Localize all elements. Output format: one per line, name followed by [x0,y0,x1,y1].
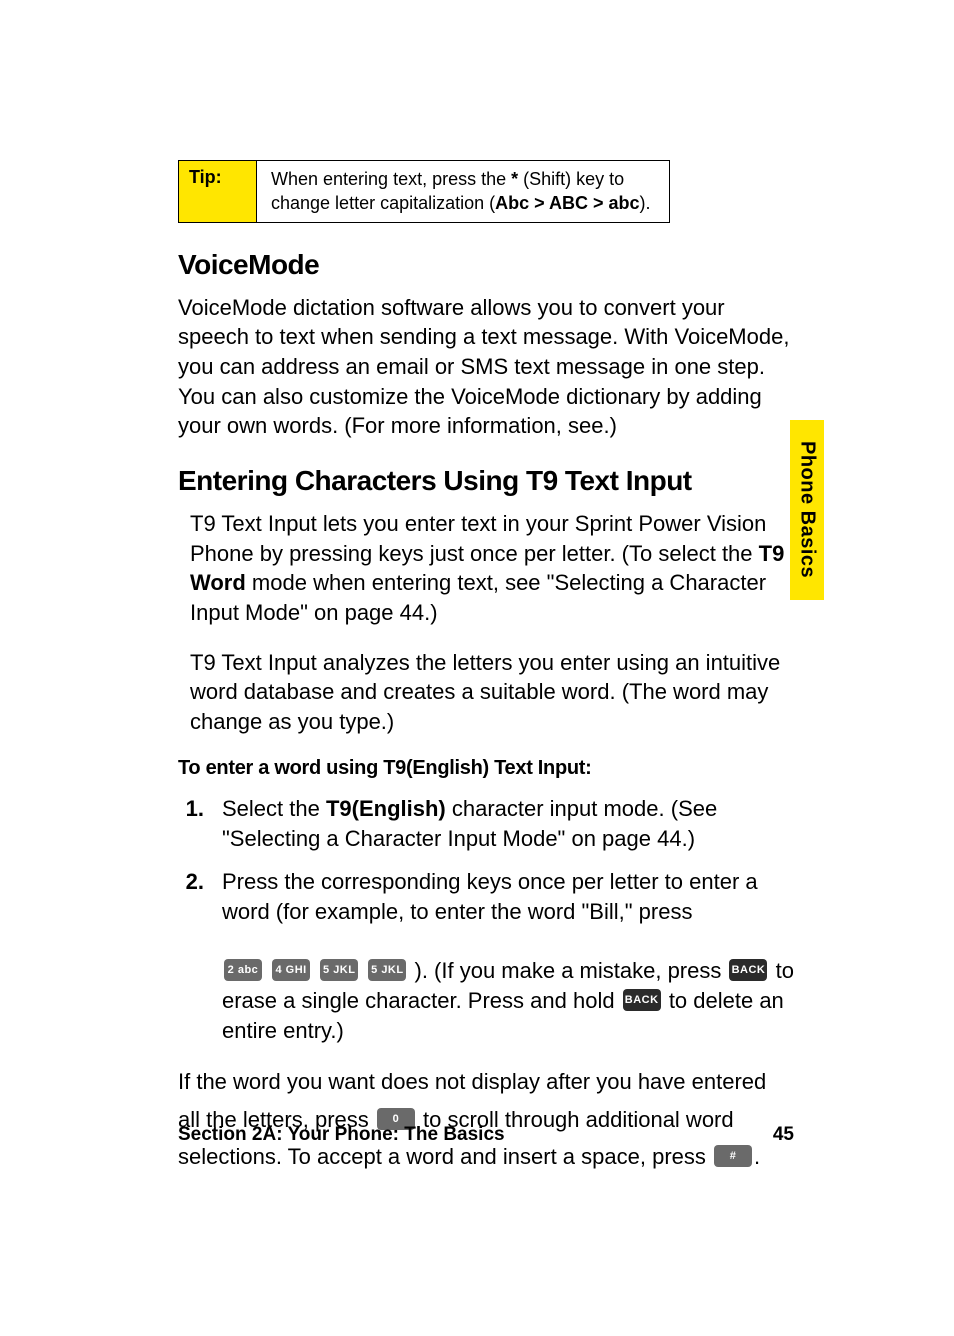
key-2-icon: 2 abc [224,959,262,981]
key-5-icon: 5 JKL [320,959,358,981]
t9-paragraph-2: T9 Text Input analyzes the letters you e… [190,648,794,737]
t9-subheading: To enter a word using T9(English) Text I… [178,757,794,780]
voicemode-heading: VoiceMode [178,249,794,281]
footer-section: Section 2A: Your Phone: The Basics [178,1124,505,1146]
step-1-body: Select the T9(English) character input m… [222,794,794,853]
key-5-icon-2: 5 JKL [368,959,406,981]
step-1-number: 1. [178,794,222,853]
step2-a: Press the corresponding keys once per le… [222,869,758,924]
step-1: 1. Select the T9(English) character inpu… [178,794,794,853]
lower-paragraph: If the word you want does not display af… [178,1063,794,1175]
side-tab: Phone Basics [790,420,824,600]
t9-p1-a: T9 Text Input lets you enter text in you… [190,511,766,566]
step-2-body: Press the corresponding keys once per le… [222,867,794,1045]
tip-text-prefix: When entering text, press the [271,169,511,189]
voicemode-paragraph: VoiceMode dictation software allows you … [178,293,794,441]
t9-p1-b: mode when entering text, see "Selecting … [190,570,766,625]
tip-label: Tip: [179,161,257,222]
page: Tip: When entering text, press the * (Sh… [0,0,954,1336]
t9-paragraph-1: T9 Text Input lets you enter text in you… [190,509,794,628]
footer: Section 2A: Your Phone: The Basics 45 [178,1124,794,1146]
key-back-icon: BACK [729,959,767,981]
steps-list: 1. Select the T9(English) character inpu… [178,794,794,1046]
side-tab-label: Phone Basics [796,441,819,578]
step1-bold: T9(English) [326,796,446,821]
key-back-icon-2: BACK [623,989,661,1011]
t9-heading: Entering Characters Using T9 Text Input [178,465,794,497]
tip-content: When entering text, press the * (Shift) … [257,161,669,222]
tip-text-suffix: ). [640,193,651,213]
footer-page-number: 45 [773,1124,794,1146]
key-hash-icon: # [714,1145,752,1167]
step2-b: ). (If you make a mistake, press [415,958,728,983]
key-4-icon: 4 GHI [272,959,310,981]
step1-a: Select the [222,796,326,821]
step-2: 2. Press the corresponding keys once per… [178,867,794,1045]
step-2-number: 2. [178,867,222,1045]
tip-box: Tip: When entering text, press the * (Sh… [178,160,670,223]
tip-caps-sequence: Abc > ABC > abc [495,193,639,213]
lower-c: . [754,1144,760,1169]
